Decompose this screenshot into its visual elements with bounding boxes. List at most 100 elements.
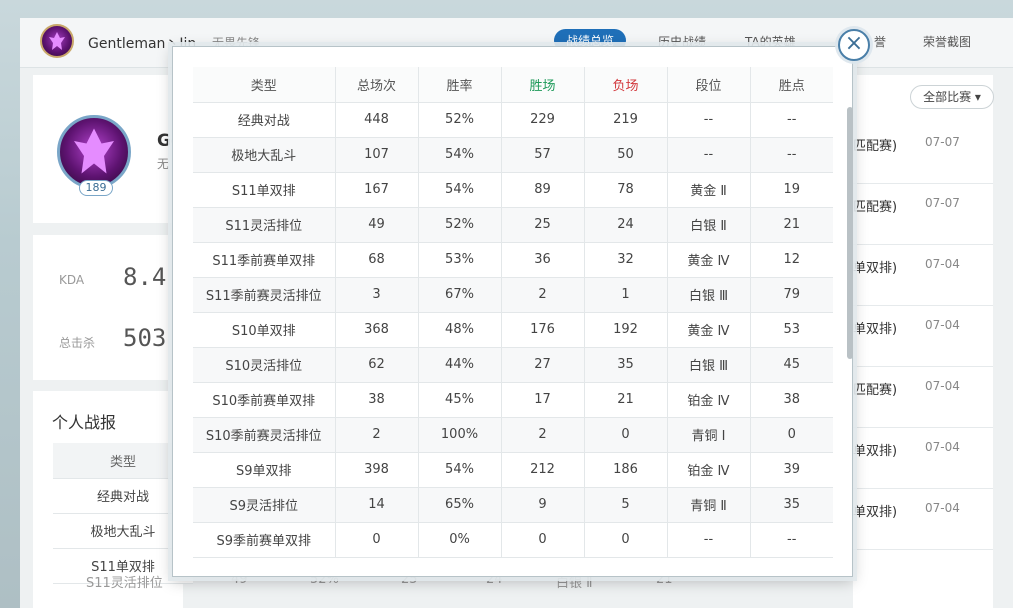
cell-lp: 79: [750, 277, 833, 313]
cell-losses: 5: [584, 487, 668, 523]
champion-emblem-icon: [49, 32, 65, 50]
match-date: 07-07: [925, 196, 960, 210]
cell-winrate: 53%: [418, 242, 502, 278]
match-row[interactable]: 单双排) 07-04: [853, 245, 993, 306]
cell-wins: 2: [501, 417, 585, 453]
cell-rank: 黄金 Ⅳ: [667, 312, 751, 348]
match-row[interactable]: 匹配赛) 07-04: [853, 367, 993, 428]
table-header-row: 类型 总场次 胜率 胜场 负场 段位 胜点: [193, 67, 833, 103]
match-date: 07-04: [925, 440, 960, 454]
table-row: S11季前赛灵活排位 3 67% 2 1 白银 Ⅲ 79: [193, 277, 833, 313]
cell-wins: 9: [501, 487, 585, 523]
cell-lp: 19: [750, 172, 833, 208]
cell-wins: 0: [501, 522, 585, 558]
cell-winrate: 54%: [418, 172, 502, 208]
cell-wins: 36: [501, 242, 585, 278]
cell-wins: 27: [501, 347, 585, 383]
cell-type: S11季前赛单双排: [193, 242, 336, 278]
table-row: S10单双排 368 48% 176 192 黄金 Ⅳ 53: [193, 312, 833, 348]
cell-wins: 229: [501, 102, 585, 138]
match-type: 单双排): [853, 322, 898, 337]
cell-rank: 黄金 Ⅳ: [667, 242, 751, 278]
match-row[interactable]: 单双排) 07-04: [853, 306, 993, 367]
cell-lp: --: [750, 137, 833, 173]
match-filter-dropdown[interactable]: 全部比赛 ▾: [910, 85, 994, 109]
column-header-rank[interactable]: 段位: [667, 67, 751, 103]
cell-lp: 53: [750, 312, 833, 348]
cell-total: 68: [335, 242, 419, 278]
chevron-down-icon: ▾: [974, 90, 981, 104]
table-row: 经典对战 448 52% 229 219 -- --: [193, 102, 833, 138]
kda-value: 8.4: [123, 263, 167, 291]
cell-total: 0: [335, 522, 419, 558]
match-row[interactable]: 匹配赛) 07-07: [853, 184, 993, 245]
cell-lp: 0: [750, 417, 833, 453]
cell-rank: 白银 Ⅲ: [667, 347, 751, 383]
match-date: 07-04: [925, 257, 960, 271]
match-type: 单双排): [853, 261, 898, 276]
cell-losses: 24: [584, 207, 668, 243]
cell-type: 经典对战: [193, 102, 336, 138]
cell-winrate: 45%: [418, 382, 502, 418]
profile-card: 189 Ge 无: [33, 75, 183, 223]
cell-rank: --: [667, 137, 751, 173]
tab-honor-screenshots[interactable]: 荣誉截图: [923, 33, 971, 50]
cell-winrate: 54%: [418, 452, 502, 488]
scrollbar-thumb[interactable]: [847, 107, 853, 359]
cell-rank: 黄金 Ⅱ: [667, 172, 751, 208]
table-row: S10季前赛灵活排位 2 100% 2 0 青铜 Ⅰ0: [193, 417, 833, 453]
cell-wins: 2: [501, 277, 585, 313]
column-header-winrate[interactable]: 胜率: [418, 67, 502, 103]
champion-emblem-icon: [74, 128, 114, 174]
cell-type: S11单双排: [193, 172, 336, 208]
match-type: 单双排): [853, 505, 898, 520]
close-button[interactable]: ×: [838, 29, 870, 61]
match-date: 07-04: [925, 379, 960, 393]
column-header-losses[interactable]: 负场: [584, 67, 668, 103]
column-header-total[interactable]: 总场次: [335, 67, 419, 103]
kills-label: 总击杀: [59, 336, 96, 350]
kills-value: 503: [123, 324, 167, 352]
cell-type: S9灵活排位: [193, 487, 336, 523]
cell-rank: 白银 Ⅲ: [667, 277, 751, 313]
match-date: 07-07: [925, 135, 960, 149]
match-row[interactable]: 单双排) 07-04: [853, 489, 993, 550]
cell-rank: --: [667, 102, 751, 138]
cell-lp: 39: [750, 452, 833, 488]
cell-type: S11灵活排位: [193, 207, 336, 243]
cell-lp: 21: [750, 207, 833, 243]
cell-total: 107: [335, 137, 419, 173]
cell-rank: 铂金 Ⅳ: [667, 452, 751, 488]
modal-table-scroll[interactable]: 类型 总场次 胜率 胜场 负场 段位 胜点 经典对战 448 52% 229 219 --…: [193, 67, 833, 559]
tab-honor[interactable]: 誉: [874, 33, 886, 50]
table-row: S9季前赛单双排 0 0% 0 0 -- --: [193, 522, 833, 558]
cell-total: 2: [335, 417, 419, 453]
match-type: 匹配赛): [853, 139, 898, 154]
column-header-lp[interactable]: 胜点: [750, 67, 833, 103]
cell-total: 49: [335, 207, 419, 243]
table-row: S10灵活排位 62 44% 27 35 白银 Ⅲ 45: [193, 347, 833, 383]
cell-type: S10季前赛单双排: [193, 382, 336, 418]
table-row: S11灵活排位 49 52% 25 24 白银 Ⅱ 21: [193, 207, 833, 243]
cell-lp: 38: [750, 382, 833, 418]
cell-wins: 176: [501, 312, 585, 348]
cell-lp: 45: [750, 347, 833, 383]
table-row: S9单双排 398 54% 212 186 铂金 Ⅳ 39: [193, 452, 833, 488]
match-row[interactable]: 匹配赛) 07-07: [853, 123, 993, 184]
table-body: 经典对战 448 52% 229 219 -- -- 极地大乱斗 107 54% 57 50 -- -- S…: [193, 102, 833, 558]
match-date: 07-04: [925, 318, 960, 332]
cell-winrate: 67%: [418, 277, 502, 313]
filter-label: 全部比赛: [923, 90, 972, 104]
cell-lp: 12: [750, 242, 833, 278]
profile-subtitle: 无: [157, 157, 170, 171]
column-header-wins[interactable]: 胜场: [501, 67, 585, 103]
cell-losses: 1: [584, 277, 668, 313]
column-header-type[interactable]: 类型: [193, 67, 336, 103]
cell-type: S10季前赛灵活排位: [193, 417, 336, 453]
cell-winrate: 52%: [418, 102, 502, 138]
cell-losses: 192: [584, 312, 668, 348]
cell-winrate: 48%: [418, 312, 502, 348]
avatar[interactable]: [40, 24, 74, 58]
match-row[interactable]: 单双排) 07-04: [853, 428, 993, 489]
match-type: 匹配赛): [853, 383, 898, 398]
